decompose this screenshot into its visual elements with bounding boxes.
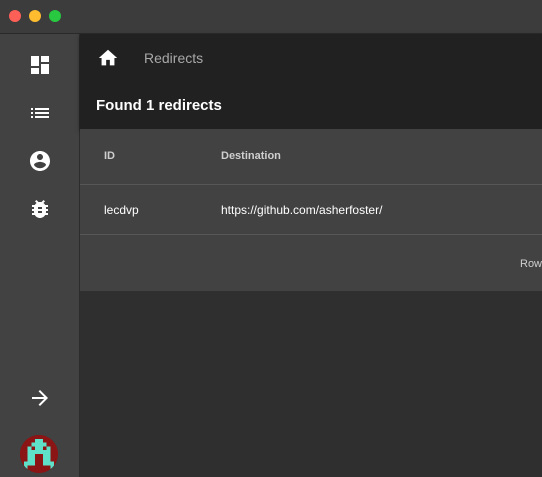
rows-per-page-label: Row — [520, 258, 542, 270]
table-row[interactable]: lecdvp https://github.com/asherfoster/ — [80, 184, 542, 235]
column-header-destination[interactable]: Destination — [221, 150, 281, 162]
title-bar — [0, 0, 542, 34]
arrow-right-icon[interactable] — [28, 386, 52, 410]
bug-icon[interactable] — [28, 197, 52, 221]
sidebar — [0, 34, 80, 477]
redirects-table: ID Destination lecdvp https://github.com… — [80, 129, 542, 291]
redirect-destination: https://github.com/asherfoster/ — [221, 203, 383, 217]
maximize-window-button[interactable] — [49, 10, 61, 22]
redirect-id: lecdvp — [104, 203, 139, 217]
minimize-window-button[interactable] — [29, 10, 41, 22]
page-title: Found 1 redirects — [96, 97, 222, 114]
account-icon[interactable] — [28, 149, 52, 173]
list-icon[interactable] — [28, 101, 52, 125]
dashboard-icon[interactable] — [28, 53, 52, 77]
home-icon[interactable] — [97, 47, 119, 69]
breadcrumb[interactable]: Redirects — [144, 50, 203, 66]
column-header-id[interactable]: ID — [104, 150, 115, 162]
close-window-button[interactable] — [9, 10, 21, 22]
app-bar: Redirects Found 1 redirects — [80, 34, 542, 129]
avatar[interactable] — [20, 435, 58, 473]
app-window: Redirects Found 1 redirects ID Destinati… — [0, 0, 542, 477]
